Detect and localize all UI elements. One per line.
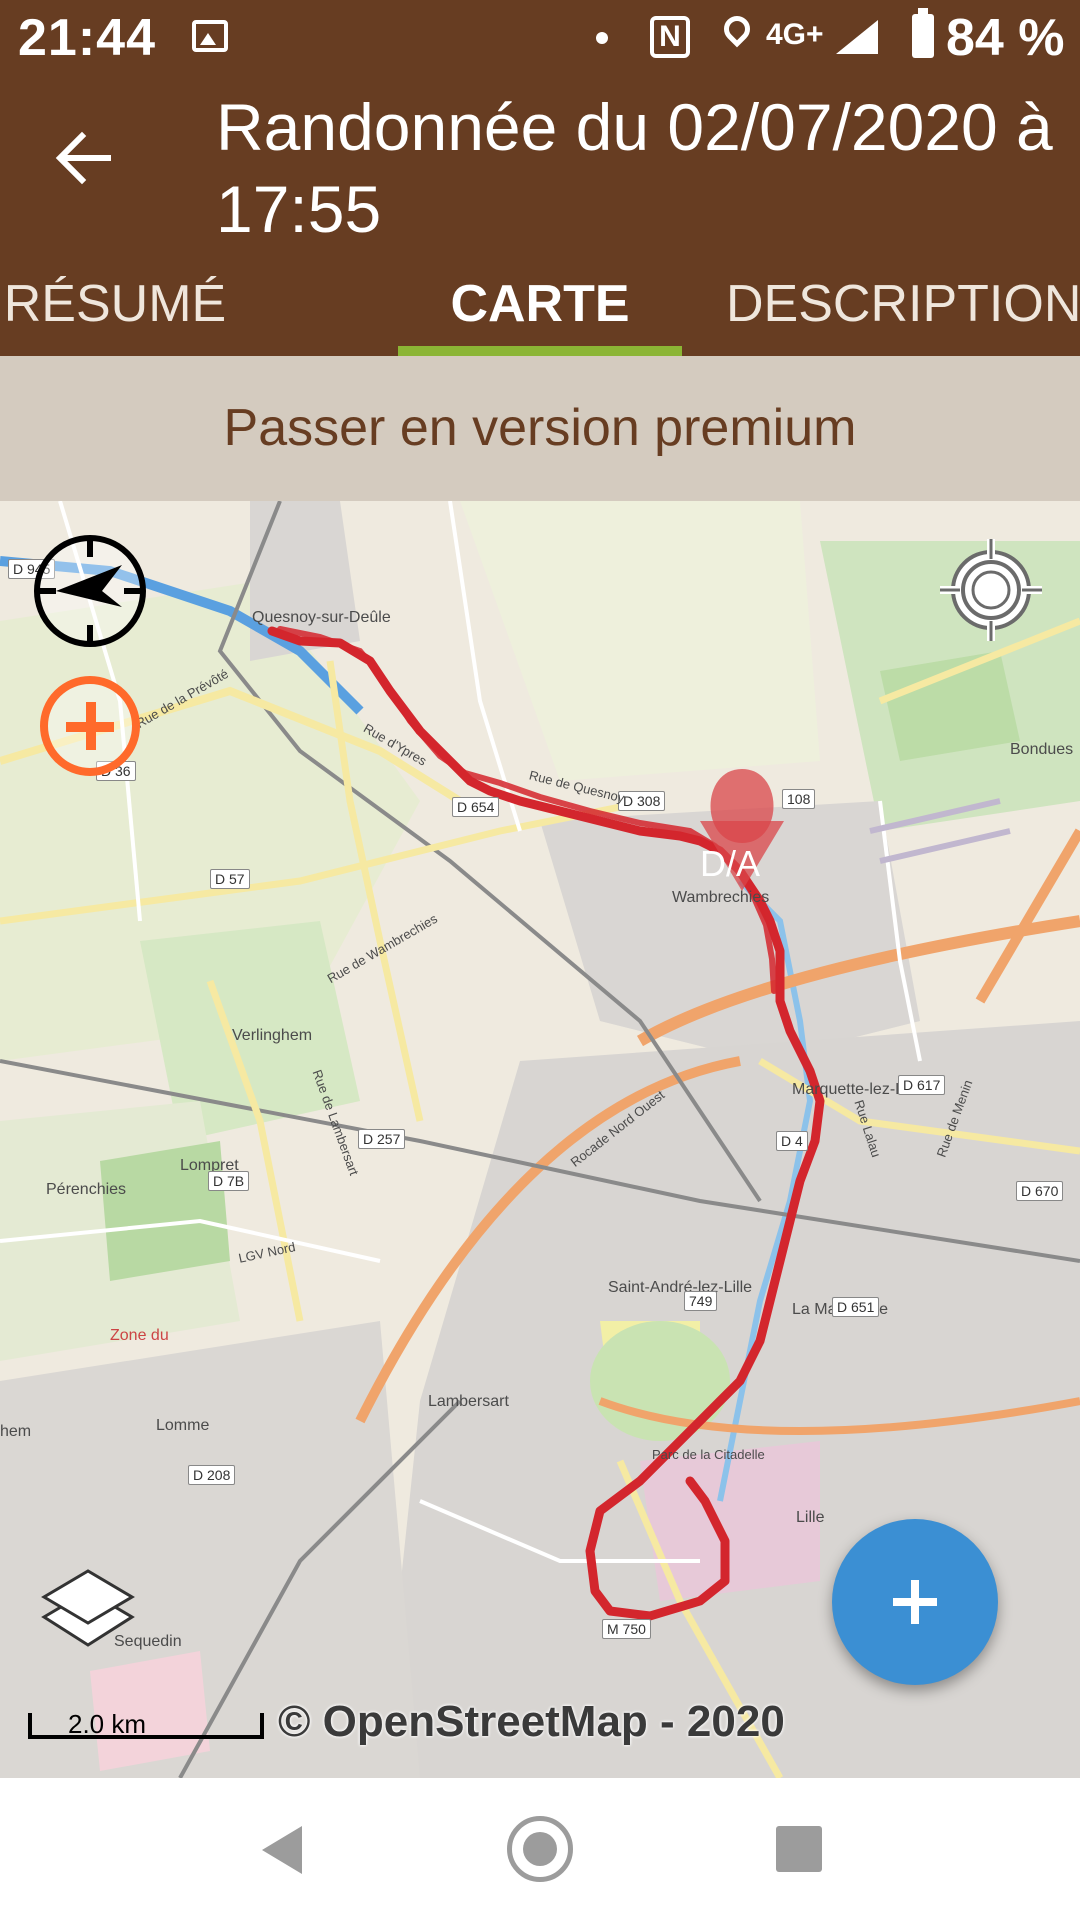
place-label: Lomme (156, 1417, 210, 1434)
add-icon[interactable] (832, 1519, 998, 1685)
scale-label: 2.0 km (68, 1709, 147, 1739)
road-tag: D 651 (832, 1297, 880, 1317)
location-icon (718, 10, 756, 48)
battery-icon (912, 8, 934, 58)
road-tag: 749 (684, 1291, 718, 1311)
place-label: Lambersart (428, 1393, 509, 1410)
nav-recent-icon[interactable] (776, 1826, 822, 1872)
road-tag: D 57 (210, 869, 250, 889)
place-label: Wambrechies (672, 889, 770, 906)
layers-icon[interactable] (36, 1559, 140, 1663)
place-label: hem (0, 1423, 32, 1440)
map-attribution: © OpenStreetMap - 2020 (278, 1697, 785, 1746)
place-label: Verlinghem (232, 1027, 313, 1044)
map-view[interactable]: Quesnoy-sur-Deûle Bondues Wambrechies Ve… (0, 501, 1080, 1778)
road-tag: D 654 (452, 797, 500, 817)
premium-banner[interactable]: Passer en version premium (0, 356, 1080, 501)
place-label: Zone du (110, 1327, 169, 1344)
start-end-marker-label[interactable]: D/A (700, 843, 760, 885)
signal-icon (836, 20, 878, 54)
road-tag: D 617 (898, 1075, 946, 1095)
nav-back-icon[interactable] (262, 1826, 302, 1874)
place-label: Quesnoy-sur-Deûle (252, 609, 391, 626)
place-label: Bondues (1010, 741, 1074, 758)
my-location-icon[interactable] (938, 537, 1044, 643)
tab-bar: RÉSUMÉ CARTE DESCRIPTION (0, 262, 1080, 356)
nfc-icon: N (650, 16, 690, 58)
road-tag: D 4 (776, 1131, 808, 1151)
road-tag: D 7B (208, 1171, 250, 1191)
place-label: Pérenchies (46, 1181, 127, 1198)
dot-icon (596, 32, 608, 44)
zoom-in-icon[interactable] (40, 676, 140, 776)
status-time: 21:44 (18, 9, 156, 67)
road-tag: D 257 (358, 1129, 406, 1149)
compass-icon[interactable] (34, 535, 146, 647)
app-screen: 21:44 N 4G+ 84 % Randonnée du 02/07/2020… (0, 0, 1080, 1920)
battery-percent: 84 % (946, 9, 1065, 67)
tab-carte[interactable]: CARTE (398, 262, 682, 356)
arrow-back-icon[interactable] (48, 122, 120, 194)
status-bar: 21:44 N 4G+ 84 % (0, 0, 1080, 72)
place-label: Lille (796, 1509, 825, 1526)
image-icon (192, 20, 228, 52)
page-title: Randonnée du 02/07/2020 à 17:55 (216, 90, 1053, 246)
place-label: Saint-André-lez-Lille (608, 1279, 753, 1296)
tab-resume[interactable]: RÉSUMÉ (0, 262, 230, 356)
system-nav-bar (0, 1778, 1080, 1920)
tab-description[interactable]: DESCRIPTION (726, 262, 1080, 356)
app-bar: Randonnée du 02/07/2020 à 17:55 RÉSUMÉ C… (0, 72, 1080, 356)
road-tag: 108 (782, 789, 816, 809)
place-label: Parc de la Citadelle (652, 1447, 765, 1462)
road-tag: D 208 (188, 1465, 236, 1485)
nav-home-icon[interactable] (507, 1816, 573, 1882)
road-tag: D 670 (1016, 1181, 1064, 1201)
tab-indicator (398, 346, 682, 356)
network-type: 4G+ (766, 18, 824, 51)
road-tag: M 750 (602, 1619, 651, 1639)
